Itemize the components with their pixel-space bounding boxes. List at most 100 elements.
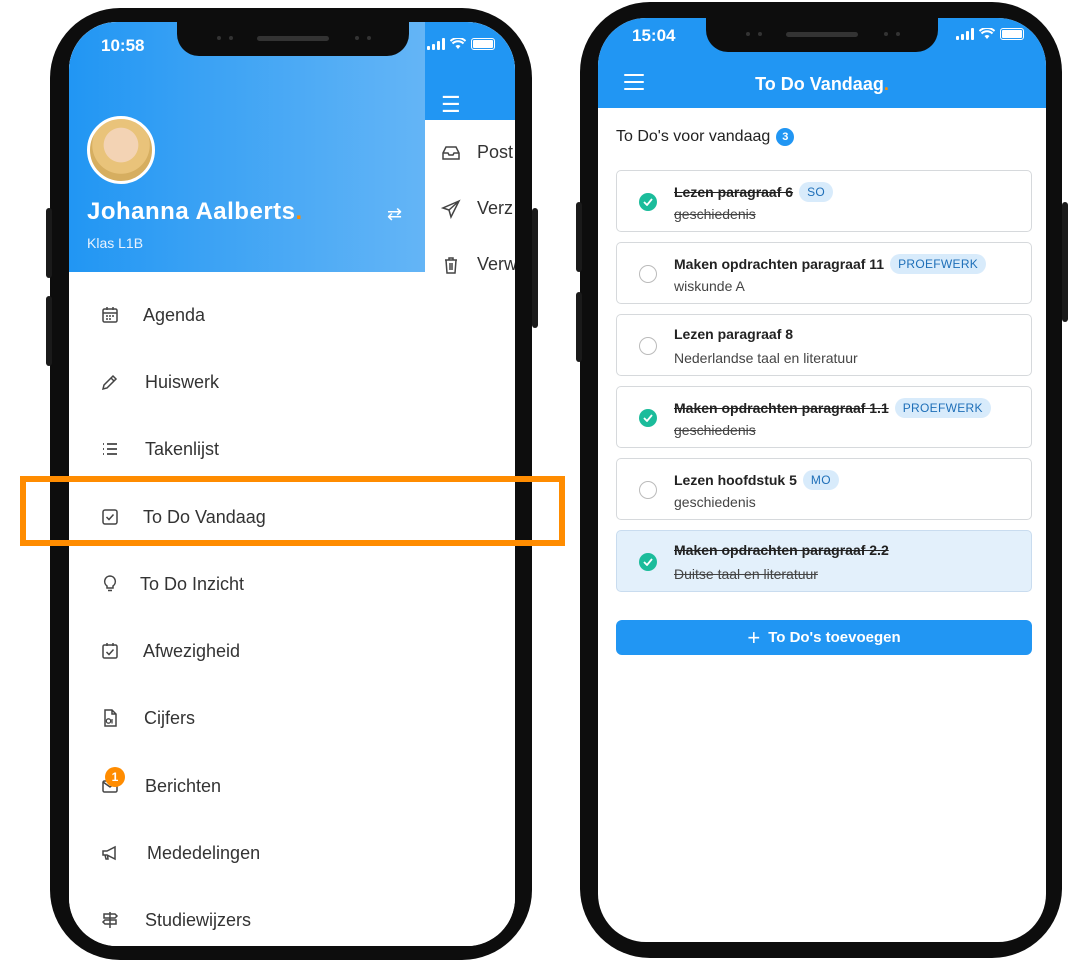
signpost-icon	[99, 909, 121, 931]
background-item-label: Verz	[477, 198, 514, 218]
todo-item[interactable]: Maken opdrachten paragraaf 11 PROEFWERK wi…	[616, 242, 1032, 304]
volume-up-button	[576, 202, 582, 272]
sensor-dot	[746, 32, 750, 36]
menu-item-studiewijzers[interactable]: Studiewijzers	[69, 895, 425, 945]
menu-label: Afwezigheid	[143, 640, 241, 661]
todo-subject: Nederlandse taal en literatuur	[674, 350, 858, 366]
todo-title: Lezen paragraaf 6	[674, 184, 794, 200]
menu-item-afwezigheid[interactable]: Afwezigheid	[69, 626, 425, 676]
battery-icon	[1000, 28, 1024, 40]
status-time: 10:58	[101, 36, 145, 55]
todo-title-row: Maken opdrachten paragraaf 1.1 PROEFWERK	[674, 398, 991, 418]
todo-subject: geschiedenis	[674, 206, 756, 222]
section-title: To Do's voor vandaag 3	[616, 128, 795, 146]
page-title: To Do Vandaag.	[598, 74, 1046, 95]
section-title-text: To Do's voor vandaag	[616, 128, 771, 145]
power-button	[1062, 202, 1068, 322]
todo-item[interactable]: Maken opdrachten paragraaf 1.1 PROEFWERK g…	[616, 386, 1032, 448]
menu-item-takenlijst[interactable]: Takenlijst	[69, 424, 425, 474]
speaker	[257, 36, 329, 41]
battery-icon	[471, 38, 495, 50]
unchecked-circle-icon[interactable]	[639, 481, 657, 499]
todo-subject: geschiedenis	[674, 494, 756, 510]
signal-icon	[427, 38, 445, 50]
stage: 10:58 ☰ Post Verz Verw Johanna Aalberts.…	[0, 0, 1071, 960]
switch-account-icon[interactable]: ⇄	[387, 204, 402, 225]
menu-item-to-do-inzicht[interactable]: To Do Inzicht	[69, 559, 425, 609]
phone-right: 15:04 To Do Vandaag. To Do's voor vandaa…	[576, 2, 1068, 958]
highlight-box	[20, 476, 565, 546]
todo-tag: PROEFWERK	[890, 254, 987, 274]
notch	[177, 22, 409, 56]
unchecked-circle-icon[interactable]	[639, 265, 657, 283]
menu-item-huiswerk[interactable]: Huiswerk	[69, 357, 425, 407]
menu-label: Berichten	[145, 775, 222, 796]
power-button	[532, 208, 538, 328]
todo-tag: SO	[799, 182, 834, 202]
menu-item-agenda[interactable]: Agenda	[69, 290, 425, 340]
todo-item[interactable]: Lezen paragraaf 8 Nederlandse taal en lit…	[616, 314, 1032, 376]
menu-label: Cijfers	[144, 707, 196, 728]
grades-icon	[99, 707, 121, 729]
app-bar: 15:04 To Do Vandaag.	[598, 18, 1046, 108]
background-item-verzonden[interactable]: Verz	[441, 198, 513, 219]
todo-title-row: Maken opdrachten paragraaf 2.2	[674, 542, 889, 558]
menu-label: Huiswerk	[145, 371, 220, 392]
add-todo-button[interactable]: + To Do's toevoegen	[616, 620, 1032, 655]
todo-title-row: Lezen hoofdstuk 5 MO	[674, 470, 839, 490]
lightbulb-icon	[99, 573, 121, 595]
todo-title-row: Lezen paragraaf 8	[674, 326, 793, 342]
send-icon	[441, 198, 461, 219]
wifi-icon	[450, 38, 466, 49]
volume-down-button	[576, 292, 582, 362]
todo-title: Lezen hoofdstuk 5	[674, 472, 797, 488]
todo-subject: wiskunde A	[674, 278, 745, 294]
todo-subject: geschiedenis	[674, 422, 756, 438]
pencil-icon	[99, 371, 121, 393]
status-icons	[427, 38, 495, 50]
status-time: 15:04	[632, 26, 676, 45]
sensor-dot	[896, 32, 900, 36]
page-title-text: To Do Vandaag	[755, 74, 884, 94]
trash-icon	[445, 256, 457, 274]
megaphone-icon	[99, 842, 121, 864]
hamburger-menu-icon[interactable]: ☰	[441, 92, 461, 118]
notch	[706, 18, 938, 52]
plus-icon: +	[747, 624, 761, 650]
todo-title-row: Maken opdrachten paragraaf 11 PROEFWERK	[674, 254, 987, 274]
menu-label: Studiewijzers	[145, 909, 252, 930]
title-dot: .	[883, 74, 889, 94]
wifi-icon	[979, 28, 995, 39]
background-item-verwijderd[interactable]: Verw	[441, 254, 515, 275]
unchecked-circle-icon[interactable]	[639, 337, 657, 355]
todo-title: Lezen paragraaf 8	[674, 326, 794, 342]
checked-circle-icon[interactable]	[639, 409, 657, 427]
todo-item[interactable]: Lezen hoofdstuk 5 MO geschiedenis	[616, 458, 1032, 520]
background-header	[425, 22, 515, 120]
menu-item-berichten[interactable]: 1 Berichten	[69, 761, 425, 811]
menu-item-cijfers[interactable]: Cijfers	[69, 693, 425, 743]
user-class: Klas L1B	[87, 235, 144, 251]
checked-circle-icon[interactable]	[639, 193, 657, 211]
background-item-label: Verw	[477, 254, 515, 274]
todo-title-row: Lezen paragraaf 6 SO	[674, 182, 834, 202]
menu-label: Agenda	[143, 304, 206, 325]
user-name-text: Johanna Aalberts	[87, 198, 296, 225]
inbox-icon	[442, 145, 460, 160]
sensor-dot	[355, 36, 359, 40]
sensor-dot	[229, 36, 233, 40]
add-todo-label: To Do's toevoegen	[768, 629, 901, 646]
sensor-dot	[367, 36, 371, 40]
avatar[interactable]	[87, 116, 155, 184]
user-name: Johanna Aalberts.	[87, 198, 303, 226]
menu-item-mededelingen[interactable]: Mededelingen	[69, 828, 425, 878]
signal-icon	[956, 28, 974, 40]
todo-title: Maken opdrachten paragraaf 2.2	[674, 542, 889, 558]
todo-item[interactable]: Lezen paragraaf 6 SO geschiedenis	[616, 170, 1032, 232]
todo-item[interactable]: Maken opdrachten paragraaf 2.2 Duitse taa…	[616, 530, 1032, 592]
background-item-label: Post	[477, 142, 514, 162]
background-item-post[interactable]: Post	[441, 142, 513, 163]
volume-up-button	[46, 208, 52, 278]
checked-circle-icon[interactable]	[639, 553, 657, 571]
unread-badge: 1	[105, 767, 125, 787]
